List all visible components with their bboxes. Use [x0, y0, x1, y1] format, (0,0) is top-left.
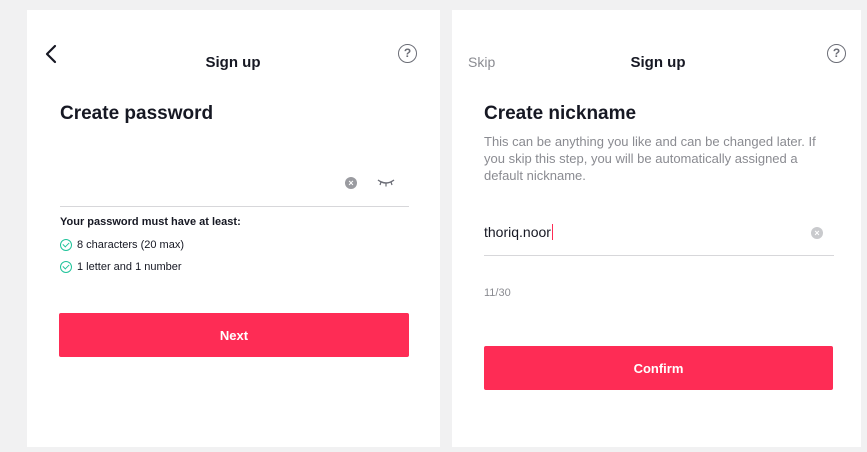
- requirements-title: Your password must have at least:: [60, 216, 241, 228]
- clear-nickname-icon[interactable]: ×: [811, 227, 823, 239]
- nickname-description: This can be anything you like and can be…: [484, 134, 816, 183]
- nickname-input[interactable]: thoriq.noor: [484, 224, 554, 240]
- next-button[interactable]: Next: [59, 313, 409, 357]
- requirement-item: 1 letter and 1 number: [60, 261, 182, 273]
- nickname-panel: Skip Sign up ? Create nickname This can …: [452, 10, 861, 447]
- password-underline: [60, 206, 409, 207]
- page-title: Sign up: [205, 54, 261, 71]
- check-circle-icon: [60, 239, 72, 251]
- create-nickname-heading: Create nickname: [484, 103, 637, 124]
- password-input[interactable]: [60, 170, 360, 192]
- confirm-button[interactable]: Confirm: [484, 346, 833, 390]
- text-caret: [551, 224, 554, 240]
- create-password-heading: Create password: [60, 103, 214, 124]
- help-icon[interactable]: ?: [398, 44, 417, 63]
- hide-password-icon[interactable]: [377, 176, 395, 188]
- page-title: Sign up: [630, 54, 686, 71]
- clear-password-icon[interactable]: ×: [345, 177, 357, 189]
- back-arrow-icon[interactable]: [41, 43, 63, 65]
- nickname-underline: [484, 255, 834, 256]
- skip-button[interactable]: Skip: [468, 54, 495, 70]
- character-counter: 11/30: [484, 287, 511, 299]
- password-panel: Sign up ? Create password × Your passwor…: [27, 10, 440, 447]
- check-circle-icon: [60, 261, 72, 273]
- help-icon[interactable]: ?: [827, 44, 846, 63]
- requirement-item: 8 characters (20 max): [60, 239, 184, 251]
